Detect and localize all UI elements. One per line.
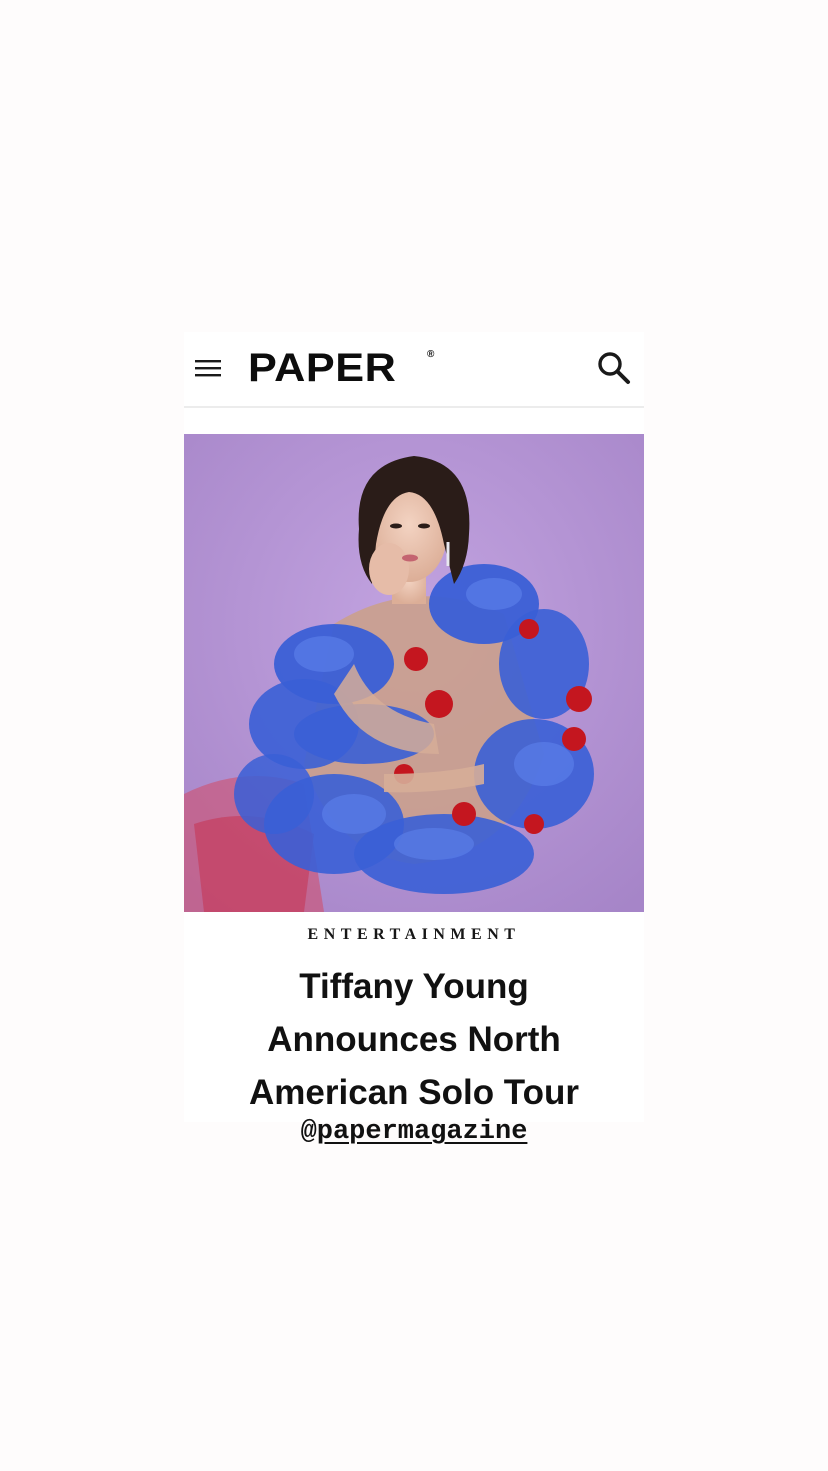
hamburger-menu-icon[interactable] — [194, 354, 222, 382]
article-category[interactable]: ENTERTAINMENT — [184, 926, 644, 944]
paper-logo[interactable]: PAPER — [248, 346, 396, 390]
mention-at-sign: @ — [300, 1117, 317, 1147]
article-screenshot-card: PAPER ® ENTERTAINMENT Tiffany Young Anno… — [184, 332, 644, 1122]
search-icon[interactable] — [596, 350, 632, 386]
headline-line: American Solo Tour — [249, 1073, 579, 1112]
mention-handle[interactable]: papermagazine — [317, 1117, 528, 1147]
mention-sticker[interactable]: @papermagazine — [0, 1117, 828, 1147]
story-page: PAPER ® ENTERTAINMENT Tiffany Young Anno… — [0, 0, 828, 1471]
hero-photo-illustration — [184, 434, 644, 912]
hero-photo[interactable] — [184, 434, 644, 912]
site-header: PAPER ® — [184, 332, 644, 408]
registered-mark: ® — [427, 349, 435, 360]
article-headline[interactable]: Tiffany Young Announces North American S… — [194, 960, 634, 1119]
headline-line: Announces North — [267, 1020, 561, 1059]
headline-line: Tiffany Young — [299, 967, 529, 1006]
